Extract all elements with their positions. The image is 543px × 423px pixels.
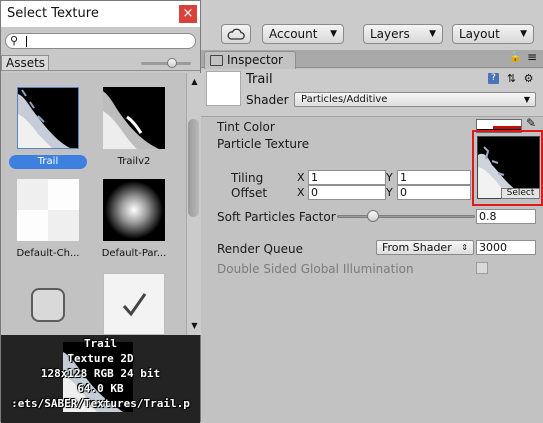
particle-texture-label: Particle Texture bbox=[217, 137, 310, 151]
scroll-down-icon[interactable]: ▼ bbox=[187, 321, 202, 330]
zoom-slider-handle[interactable] bbox=[167, 58, 177, 68]
info-type: Texture 2D bbox=[67, 352, 134, 365]
preset-icon[interactable]: ⇅ bbox=[506, 73, 517, 84]
account-dropdown[interactable]: Account ▼ bbox=[262, 24, 344, 44]
offset-y-field[interactable]: 0 bbox=[397, 185, 471, 200]
tab-menu-icon[interactable]: ≡ bbox=[527, 50, 537, 64]
offset-x-label: X bbox=[297, 186, 305, 199]
tab-divider bbox=[1, 70, 200, 71]
lock-icon[interactable]: 🔒 bbox=[509, 52, 521, 63]
asset-item[interactable]: Trail bbox=[9, 87, 87, 169]
help-icon[interactable]: ? bbox=[488, 73, 499, 84]
double-sided-gi-label: Double Sided Global Illumination bbox=[217, 262, 414, 276]
material-name: Trail bbox=[246, 72, 273, 87]
scroll-up-icon[interactable]: ▲ bbox=[187, 77, 202, 86]
chevron-down-icon: ▼ bbox=[523, 95, 530, 104]
info-size: 64.0 KB bbox=[77, 382, 124, 395]
close-button[interactable]: × bbox=[179, 5, 197, 23]
updown-icon: ⇕ bbox=[461, 243, 468, 252]
trail-texture-thumbnail bbox=[17, 87, 79, 149]
shader-value: Particles/Additive bbox=[301, 94, 388, 105]
layers-label: Layers bbox=[370, 27, 410, 41]
tiling-y-label: Y bbox=[386, 171, 393, 184]
soft-particles-slider-handle[interactable] bbox=[367, 210, 379, 222]
soft-particles-label: Soft Particles Factor bbox=[217, 210, 336, 224]
tab-assets[interactable]: Assets bbox=[1, 55, 49, 71]
asset-label: Default-Par... bbox=[101, 248, 167, 259]
search-input[interactable]: ⚲ bbox=[5, 33, 196, 49]
render-queue-mode: From Shader bbox=[382, 241, 452, 254]
soft-particles-field[interactable]: 0.8 bbox=[476, 209, 536, 224]
layers-dropdown[interactable]: Layers ▼ bbox=[363, 24, 443, 44]
shader-dropdown[interactable]: Particles/Additive ▼ bbox=[294, 92, 536, 107]
tint-color-label: Tint Color bbox=[217, 120, 275, 134]
unity-editor: Account ▼ Layers ▼ Layout ▼ Inspector 🔒 … bbox=[200, 0, 543, 422]
asset-label: Default-Ch... bbox=[16, 248, 80, 259]
tiling-x-field[interactable]: 1 bbox=[308, 170, 386, 185]
asset-item[interactable]: Default-Ch... bbox=[9, 179, 87, 261]
cloud-button[interactable] bbox=[221, 24, 251, 44]
inspector-tab-label: Inspector bbox=[227, 53, 283, 67]
shader-label: Shader bbox=[246, 93, 289, 107]
texture-select-button[interactable]: Select bbox=[501, 188, 540, 199]
tab-row: Inspector 🔒 ≡ bbox=[200, 50, 543, 69]
layout-label: Layout bbox=[459, 27, 500, 41]
layout-dropdown[interactable]: Layout ▼ bbox=[452, 24, 534, 44]
render-queue-field[interactable]: 3000 bbox=[476, 240, 536, 255]
asset-label: Trail bbox=[9, 155, 87, 169]
tab-inspector[interactable]: Inspector bbox=[204, 51, 296, 69]
render-queue-label: Render Queue bbox=[217, 242, 303, 256]
info-path: :ets/SABER/Textures/Trail.p bbox=[11, 397, 190, 410]
chevron-down-icon: ▼ bbox=[429, 29, 436, 39]
picker-title: Select Texture bbox=[7, 6, 99, 21]
info-format: 128x128 RGB 24 bit bbox=[40, 367, 161, 380]
asset-label: Trailv2 bbox=[117, 156, 151, 167]
search-icon: ⚲ bbox=[10, 34, 19, 47]
particle-texture-thumbnail bbox=[103, 179, 165, 241]
checker-texture-thumbnail bbox=[17, 179, 79, 241]
soft-particles-slider-track[interactable] bbox=[337, 215, 475, 218]
asset-item[interactable] bbox=[9, 273, 87, 335]
asset-item[interactable] bbox=[95, 273, 173, 335]
select-texture-window: Select Texture × ⚲ Assets Trail Trailv2 … bbox=[0, 0, 202, 423]
zoom-slider-track[interactable] bbox=[141, 62, 191, 65]
material-preview bbox=[206, 71, 241, 106]
tiling-label: Tiling bbox=[231, 171, 264, 185]
gear-icon[interactable]: ⚙ bbox=[523, 73, 534, 84]
eyedropper-icon[interactable]: ✎ bbox=[526, 116, 536, 130]
tiling-y-field[interactable]: 1 bbox=[397, 170, 471, 185]
chevron-down-icon: ▼ bbox=[520, 29, 527, 39]
text-cursor bbox=[26, 36, 27, 47]
account-label: Account bbox=[269, 27, 318, 41]
double-sided-gi-checkbox[interactable] bbox=[476, 262, 488, 274]
scrollbar-thumb[interactable] bbox=[188, 119, 199, 217]
picker-titlebar: Select Texture × bbox=[1, 1, 200, 27]
asset-item[interactable]: Default-Par... bbox=[95, 179, 173, 261]
rounded-square-sprite-thumbnail bbox=[17, 273, 79, 335]
inspector-icon bbox=[210, 55, 223, 66]
tiling-x-label: X bbox=[297, 171, 305, 184]
asset-grid: Trail Trailv2 Default-Ch... Default-Par.… bbox=[1, 73, 186, 335]
info-name: Trail bbox=[83, 337, 118, 350]
material-header: Trail Shader Particles/Additive ▼ ? ⇅ ⚙ bbox=[200, 69, 543, 117]
chevron-down-icon: ▼ bbox=[330, 29, 337, 39]
cloud-icon bbox=[227, 28, 245, 40]
offset-label: Offset bbox=[231, 186, 268, 200]
render-queue-dropdown[interactable]: From Shader ⇕ bbox=[376, 240, 474, 255]
top-toolbar: Account ▼ Layers ▼ Layout ▼ bbox=[200, 0, 543, 50]
close-icon: × bbox=[182, 6, 194, 21]
offset-x-field[interactable]: 0 bbox=[308, 185, 386, 200]
asset-item[interactable]: Trailv2 bbox=[95, 87, 173, 169]
checkmark-sprite-thumbnail bbox=[103, 273, 165, 335]
offset-y-label: Y bbox=[386, 186, 393, 199]
trailv2-texture-thumbnail bbox=[103, 87, 165, 149]
